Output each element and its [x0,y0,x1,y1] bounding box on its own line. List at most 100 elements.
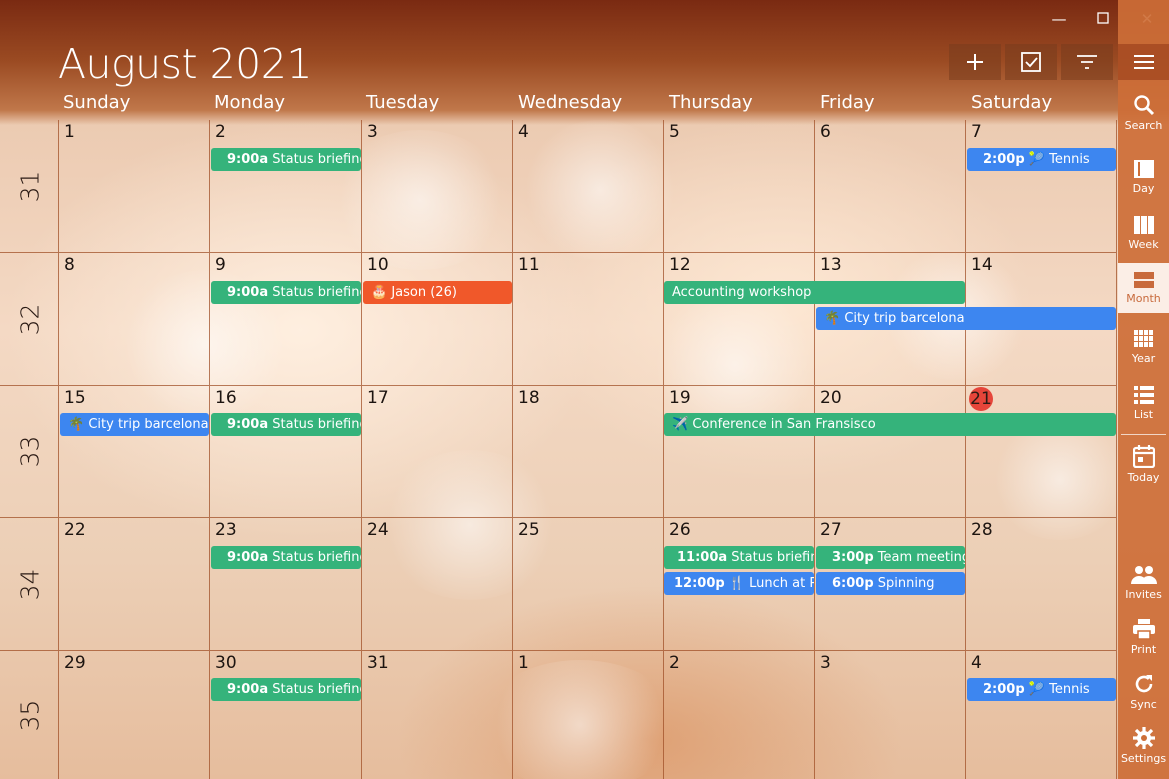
maximize-icon[interactable] [1094,10,1112,28]
event-chip[interactable]: 🌴 City trip barcelona [816,307,1116,330]
day-cell[interactable]: 2 [664,651,815,779]
day-cell[interactable]: 1 [59,120,210,253]
sidebar-item-invites[interactable]: Invites [1118,565,1169,601]
event-chip[interactable]: 🎂 Jason (26) [363,281,512,304]
week-number: 32 [15,303,44,335]
day-cell[interactable]: 9 [210,253,362,386]
event-title: Spinning [877,576,935,591]
week-number: 31 [15,170,44,202]
sidebar-item-year[interactable]: Year [1118,329,1169,365]
day-cell[interactable]: 24 [362,518,513,651]
event-chip[interactable]: 3:00p Team meeting [816,546,965,569]
sidebar-item-sync[interactable]: Sync [1118,673,1169,711]
day-cell[interactable]: 30 [210,651,362,779]
day-cell[interactable]: 19 [664,386,815,518]
event-time: 11:00a [677,550,728,565]
event-chip[interactable]: 2:00p 🎾 Tennis [967,148,1116,171]
day-cell[interactable]: 7 [966,120,1117,253]
event-title: Status briefing [731,550,814,565]
event-time: 3:00p [832,550,874,565]
event-chip[interactable]: Accounting workshop [664,281,965,304]
week-number-cell[interactable]: 33 [0,386,59,518]
sidebar-item-label: Week [1128,238,1159,251]
sidebar-item-print[interactable]: Print [1118,618,1169,656]
minimize-icon[interactable]: — [1050,10,1068,28]
event-chip[interactable]: 2:00p 🎾 Tennis [967,678,1116,701]
event-time: 9:00a [227,417,269,432]
sidebar-item-week[interactable]: Week [1118,215,1169,251]
day-number: 2 [215,122,226,142]
sidebar-item-label: Invites [1125,588,1162,601]
day-cell[interactable]: 4 [513,120,664,253]
sidebar-item-label: Day [1132,182,1155,195]
day-number: 11 [518,255,540,275]
event-chip[interactable]: 9:00a Status briefing [211,678,361,701]
event-chip[interactable]: 9:00a Status briefing [211,148,361,171]
day-cell[interactable]: 29 [59,651,210,779]
day-view-icon [1133,160,1154,178]
day-cell[interactable]: 3 [815,651,966,779]
day-number: 28 [971,520,993,540]
day-number: 17 [367,388,389,408]
day-number: 3 [820,653,831,673]
filter-icon [1077,55,1097,69]
day-cell[interactable]: 22 [59,518,210,651]
day-cell[interactable]: 18 [513,386,664,518]
week-number: 34 [15,568,44,600]
day-cell[interactable]: 12 [664,253,815,386]
week-number-cell[interactable]: 31 [0,120,59,253]
sidebar-item-list[interactable]: List [1118,385,1169,421]
day-cell[interactable]: 3 [362,120,513,253]
event-chip[interactable]: 9:00a Status briefing [211,413,361,436]
event-time: 12:00p [674,576,725,591]
day-cell[interactable]: 17 [362,386,513,518]
day-cell[interactable]: 31 [362,651,513,779]
event-chip[interactable]: ✈️ Conference in San Fransisco [664,413,1116,436]
week-number-cell[interactable]: 35 [0,651,59,779]
filter-button[interactable] [1061,44,1113,80]
view-sidebar: Search Day Week Month Year List Today In… [1118,0,1169,779]
sidebar-item-settings[interactable]: Settings [1118,727,1169,765]
event-title: Jason (26) [391,285,457,300]
hamburger-menu-button[interactable] [1118,44,1169,80]
sidebar-item-today[interactable]: Today [1118,444,1169,484]
day-cell[interactable]: 6 [815,120,966,253]
sidebar-item-day[interactable]: Day [1118,159,1169,195]
event-chip[interactable]: 🌴 City trip barcelona [60,413,209,436]
day-header-saturday: Saturday [971,92,1053,113]
sidebar-item-month[interactable]: Month [1118,263,1169,313]
event-chip[interactable]: 9:00a Status briefing [211,281,361,304]
sidebar-item-search[interactable]: Search [1118,94,1169,132]
day-cell[interactable]: 28 [966,518,1117,651]
day-number: 13 [820,255,842,275]
hamburger-icon [1133,55,1154,69]
palm-tree-icon: 🌴 [824,311,841,326]
event-title: City trip barcelona [844,311,965,326]
day-cell[interactable]: 8 [59,253,210,386]
event-title: Status briefing [272,417,361,432]
day-cell[interactable]: 5 [664,120,815,253]
day-cell[interactable]: 11 [513,253,664,386]
day-cell[interactable]: 1 [513,651,664,779]
day-cell[interactable]: 23 [210,518,362,651]
sidebar-item-label: Year [1131,352,1156,365]
day-cell[interactable]: 4 [966,651,1117,779]
day-cell[interactable]: 10 [362,253,513,386]
week-number-cell[interactable]: 34 [0,518,59,651]
day-header-sunday: Sunday [63,92,131,113]
add-event-button[interactable] [949,44,1001,80]
day-cell[interactable]: 25 [513,518,664,651]
tasks-button[interactable] [1005,44,1057,80]
day-number: 10 [367,255,389,275]
event-chip[interactable]: 9:00a Status briefing [211,546,361,569]
day-cell[interactable]: 2 [210,120,362,253]
day-cell[interactable]: 16 [210,386,362,518]
day-cell-today[interactable]: 21 [966,386,1117,518]
event-chip[interactable]: 6:00p Spinning [816,572,965,595]
event-chip[interactable]: 12:00p 🍴 Lunch at Pal [664,572,814,595]
week-number-cell[interactable]: 32 [0,253,59,386]
day-cell[interactable]: 15 [59,386,210,518]
day-number: 26 [669,520,691,540]
day-cell[interactable]: 20 [815,386,966,518]
event-chip[interactable]: 11:00a Status briefing [664,546,814,569]
